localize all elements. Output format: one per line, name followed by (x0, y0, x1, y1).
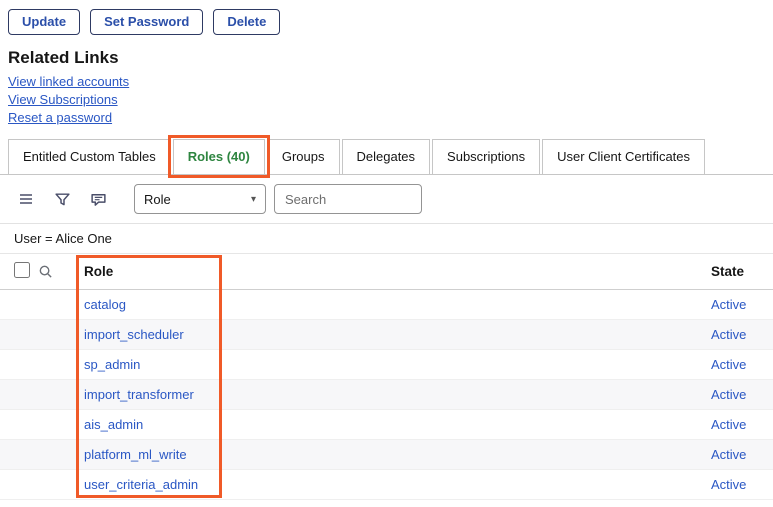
header-checkbox-cell (0, 262, 38, 281)
state-cell: Active (703, 477, 773, 492)
state-link[interactable]: Active (711, 447, 746, 462)
state-cell: Active (703, 387, 773, 402)
table-row: platform_ml_write Active (0, 440, 773, 470)
state-link[interactable]: Active (711, 327, 746, 342)
table-row: ais_admin Active (0, 410, 773, 440)
tab-entitled-custom-tables[interactable]: Entitled Custom Tables (8, 139, 171, 174)
role-link[interactable]: sp_admin (84, 357, 140, 372)
select-all-checkbox[interactable] (14, 262, 30, 278)
role-link[interactable]: platform_ml_write (84, 447, 187, 462)
tab-label: Groups (282, 149, 325, 164)
tab-label: Entitled Custom Tables (23, 149, 156, 164)
role-cell: import_scheduler (76, 327, 703, 342)
role-cell: platform_ml_write (76, 447, 703, 462)
role-link[interactable]: ais_admin (84, 417, 143, 432)
state-cell: Active (703, 357, 773, 372)
state-cell: Active (703, 297, 773, 312)
table-row: import_scheduler Active (0, 320, 773, 350)
state-cell: Active (703, 327, 773, 342)
role-cell: ais_admin (76, 417, 703, 432)
state-cell: Active (703, 447, 773, 462)
list-toolbar: Role ▾ (0, 175, 773, 224)
breadcrumb[interactable]: User = Alice One (0, 224, 773, 254)
roles-table: Role State catalogActiveimport_scheduler… (0, 254, 773, 500)
table-header-row: Role State (0, 254, 773, 290)
filter-icon[interactable] (48, 185, 76, 213)
link-view-subscriptions[interactable]: View Subscriptions (8, 92, 118, 107)
tab-bar: Entitled Custom Tables Roles (40) Groups De… (0, 139, 773, 175)
search-icon[interactable] (38, 264, 53, 279)
menu-icon[interactable] (12, 185, 40, 213)
related-links-section: Related Links View linked accounts View … (0, 48, 773, 125)
tab-label: User Client Certificates (557, 149, 690, 164)
tab-user-client-certificates[interactable]: User Client Certificates (542, 139, 705, 174)
role-cell: user_criteria_admin (76, 477, 703, 492)
state-link[interactable]: Active (711, 357, 746, 372)
set-password-button[interactable]: Set Password (90, 9, 203, 35)
role-link[interactable]: import_transformer (84, 387, 194, 402)
role-cell: sp_admin (76, 357, 703, 372)
tab-label: Roles (40) (188, 149, 250, 164)
role-link[interactable]: import_scheduler (84, 327, 184, 342)
action-button-bar: Update Set Password Delete (0, 0, 773, 35)
link-reset-a-password[interactable]: Reset a password (8, 110, 112, 125)
update-button[interactable]: Update (8, 9, 80, 35)
table-body: catalogActiveimport_schedulerActivesp_ad… (0, 290, 773, 500)
link-view-linked-accounts[interactable]: View linked accounts (8, 74, 129, 89)
table-row: sp_admin Active (0, 350, 773, 380)
state-column-header[interactable]: State (703, 264, 773, 279)
state-link[interactable]: Active (711, 417, 746, 432)
related-links-title: Related Links (8, 48, 765, 68)
chevron-down-icon: ▾ (251, 194, 256, 205)
tab-label: Subscriptions (447, 149, 525, 164)
state-link[interactable]: Active (711, 387, 746, 402)
tab-groups[interactable]: Groups (267, 139, 340, 174)
state-link[interactable]: Active (711, 297, 746, 312)
role-cell: import_transformer (76, 387, 703, 402)
state-cell: Active (703, 417, 773, 432)
tab-label: Delegates (357, 149, 416, 164)
role-column-header[interactable]: Role (76, 264, 703, 279)
column-filter-select[interactable]: Role ▾ (134, 184, 266, 214)
header-search-cell (38, 264, 76, 279)
table-row: import_transformer Active (0, 380, 773, 410)
role-link[interactable]: catalog (84, 297, 126, 312)
tab-roles-40[interactable]: Roles (40) (173, 139, 265, 174)
delete-button[interactable]: Delete (213, 9, 280, 35)
table-row: catalog Active (0, 290, 773, 320)
column-filter-value: Role (144, 192, 171, 207)
state-link[interactable]: Active (711, 477, 746, 492)
table-row: user_criteria_admin Active (0, 470, 773, 500)
role-link[interactable]: user_criteria_admin (84, 477, 198, 492)
comment-icon[interactable] (84, 185, 112, 213)
role-cell: catalog (76, 297, 703, 312)
search-input[interactable] (274, 184, 422, 214)
tab-subscriptions[interactable]: Subscriptions (432, 139, 540, 174)
tab-delegates[interactable]: Delegates (342, 139, 431, 174)
